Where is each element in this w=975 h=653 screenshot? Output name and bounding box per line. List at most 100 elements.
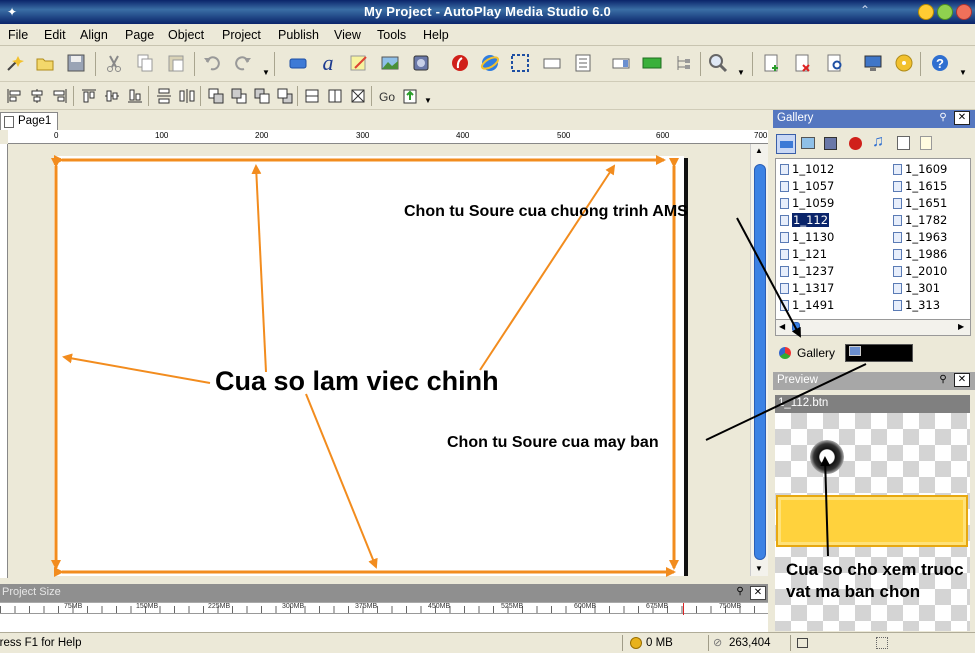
send-backward-icon[interactable]	[250, 84, 274, 108]
space-vertical-icon[interactable]	[152, 84, 176, 108]
minimize-button[interactable]	[918, 4, 934, 20]
align-right-icon[interactable]	[48, 84, 72, 108]
close-button[interactable]	[956, 4, 972, 20]
scripts-category-icon[interactable]	[897, 136, 910, 150]
menu-align[interactable]: Align	[80, 28, 108, 42]
preview-monitor-icon[interactable]	[861, 51, 885, 75]
menu-view[interactable]: View	[334, 28, 361, 42]
wizard-icon[interactable]	[3, 51, 27, 75]
list-item[interactable]: 1_1986	[891, 247, 947, 262]
tree-object-icon[interactable]	[671, 51, 695, 75]
hotspot-object-icon[interactable]	[508, 51, 532, 75]
menu-publish[interactable]: Publish	[278, 28, 319, 42]
flash-object-icon[interactable]	[448, 51, 472, 75]
align-bottom-icon[interactable]	[123, 84, 147, 108]
send-back-icon[interactable]	[273, 84, 297, 108]
list-item[interactable]: 1_1609	[891, 162, 947, 177]
save-icon[interactable]	[64, 51, 88, 75]
audio-category-icon[interactable]: ♫	[872, 133, 884, 151]
cut-icon[interactable]	[102, 51, 126, 75]
docs-category-icon[interactable]	[920, 136, 932, 150]
list-item[interactable]: 1_1130	[778, 230, 834, 245]
scroll-left-icon[interactable]: ◀	[779, 322, 785, 331]
canvas-vertical-scrollbar[interactable]: ▲ ▼	[750, 144, 768, 576]
page-properties-icon[interactable]	[823, 51, 847, 75]
menu-object[interactable]: Object	[168, 28, 204, 42]
paragraph-object-icon[interactable]	[347, 51, 371, 75]
grid-icon[interactable]: Go	[374, 84, 398, 108]
bring-front-icon[interactable]	[204, 84, 228, 108]
open-folder-icon[interactable]	[33, 51, 57, 75]
help-icon[interactable]: ?	[928, 51, 952, 75]
paste-icon[interactable]	[164, 51, 188, 75]
scrollbar-thumb[interactable]	[754, 164, 766, 560]
web-object-icon[interactable]	[478, 51, 502, 75]
align-middle-icon[interactable]	[100, 84, 124, 108]
tab-gallery[interactable]: Gallery	[797, 346, 835, 360]
videos-category-icon[interactable]	[824, 137, 837, 150]
image-object-icon[interactable]	[378, 51, 402, 75]
align-center-icon[interactable]	[25, 84, 49, 108]
scrollbar-thumb[interactable]	[792, 322, 800, 332]
tab-page1[interactable]: Page1	[0, 112, 58, 130]
bring-forward-icon[interactable]	[227, 84, 251, 108]
close-icon[interactable]: ✕	[750, 586, 766, 600]
images-category-icon[interactable]	[801, 137, 815, 149]
preview-pin-icon[interactable]: ⚲	[935, 374, 951, 388]
dropdown-arrow-icon[interactable]: ▼	[262, 68, 270, 77]
redo-icon[interactable]	[231, 51, 255, 75]
same-width-icon[interactable]	[300, 84, 324, 108]
button-object-icon[interactable]	[286, 51, 310, 75]
pin-icon[interactable]: ⚲	[732, 586, 748, 600]
menu-edit[interactable]: Edit	[44, 28, 66, 42]
input-object-icon[interactable]	[540, 51, 564, 75]
same-size-icon[interactable]	[346, 84, 370, 108]
list-item[interactable]: 1_1059	[778, 196, 834, 211]
snap-icon[interactable]	[398, 84, 422, 108]
scroll-right-icon[interactable]: ▶	[958, 322, 964, 331]
list-item[interactable]: 1_301	[891, 281, 940, 296]
list-item[interactable]: 1_1012	[778, 162, 834, 177]
combobox-object-icon[interactable]	[609, 51, 633, 75]
list-item[interactable]: 1_1615	[891, 179, 947, 194]
list-item[interactable]: 1_1237	[778, 264, 834, 279]
label-object-icon[interactable]: a	[316, 50, 340, 75]
chevron-up-icon[interactable]: ⌃	[860, 3, 870, 17]
maximize-button[interactable]	[937, 4, 953, 20]
list-item[interactable]: 1_1963	[891, 230, 947, 245]
space-horizontal-icon[interactable]	[175, 84, 199, 108]
menu-help[interactable]: Help	[423, 28, 449, 42]
menu-project[interactable]: Project	[222, 28, 261, 42]
gallery-close-icon[interactable]: ✕	[954, 111, 970, 125]
publish-disc-icon[interactable]	[892, 51, 916, 75]
video-object-icon[interactable]	[409, 51, 433, 75]
scroll-down-icon[interactable]: ▼	[755, 564, 763, 573]
delete-page-icon[interactable]	[791, 51, 815, 75]
list-item[interactable]: 1_313	[891, 298, 940, 313]
list-item[interactable]: 1_121	[778, 247, 827, 262]
listbox-object-icon[interactable]	[571, 51, 595, 75]
gallery-list[interactable]: 1_1012 1_1057 1_1059 1_112 1_1130 1_121 …	[775, 158, 971, 320]
progress-object-icon[interactable]	[640, 51, 664, 75]
gallery-pin-icon[interactable]: ⚲	[935, 112, 951, 126]
menu-tools[interactable]: Tools	[377, 28, 406, 42]
resize-grip-icon[interactable]	[876, 637, 888, 649]
menu-page[interactable]: Page	[125, 28, 154, 42]
align-top-icon[interactable]	[77, 84, 101, 108]
zoom-dropdown-icon[interactable]: ▼	[737, 68, 745, 77]
list-item[interactable]: 1_1782	[891, 213, 947, 228]
list-item[interactable]: 1_1491	[778, 298, 834, 313]
undo-icon[interactable]	[200, 51, 224, 75]
align-dropdown-icon[interactable]: ▼	[424, 96, 432, 105]
scroll-up-icon[interactable]: ▲	[755, 146, 763, 155]
menu-file[interactable]: File	[8, 28, 28, 42]
align-left-icon[interactable]	[2, 84, 26, 108]
flash-category-icon[interactable]	[849, 137, 862, 150]
list-item[interactable]: 1_1057	[778, 179, 834, 194]
list-item[interactable]: 1_1651	[891, 196, 947, 211]
list-item[interactable]: 1_2010	[891, 264, 947, 279]
zoom-icon[interactable]	[706, 51, 730, 75]
new-page-icon[interactable]	[760, 51, 784, 75]
gallery-horizontal-scrollbar[interactable]: ◀ ▶	[775, 320, 971, 336]
help-dropdown-icon[interactable]: ▼	[959, 68, 967, 77]
